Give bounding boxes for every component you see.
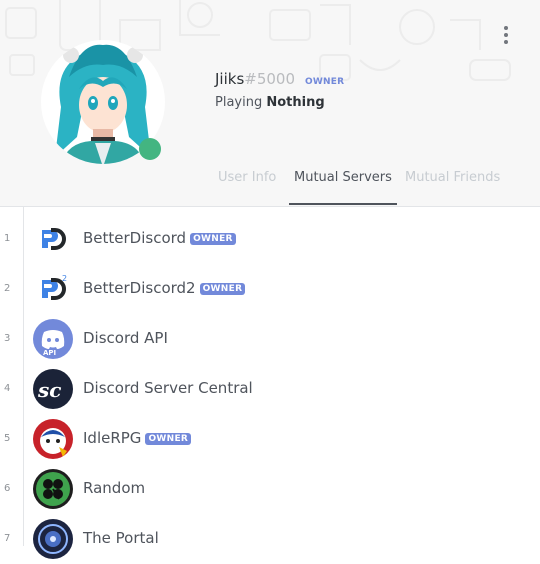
- row-number: 3: [4, 333, 11, 344]
- row-number: 7: [4, 533, 11, 544]
- clover-icon: [33, 469, 73, 509]
- list-item[interactable]: 5 IdleRPG OWNER: [0, 414, 540, 464]
- server-name: The Portal: [83, 529, 159, 547]
- profile-tabs: User Info Mutual Servers Mutual Friends: [0, 166, 540, 206]
- row-number: 2: [4, 283, 11, 294]
- idlerpg-icon: [33, 419, 73, 459]
- owner-tag: OWNER: [305, 77, 345, 87]
- list-item[interactable]: 4 sc Discord Server Central: [0, 364, 540, 414]
- tab-mutual-friends[interactable]: Mutual Friends: [405, 170, 500, 205]
- server-name: BetterDiscord OWNER: [83, 229, 236, 247]
- profile-header: Jiiks #5000 OWNER Playing Nothing User I…: [0, 0, 540, 207]
- owner-badge: OWNER: [199, 283, 246, 295]
- list-item[interactable]: 6 Random: [0, 464, 540, 514]
- username[interactable]: Jiiks: [215, 70, 244, 88]
- activity-name: Nothing: [266, 95, 325, 110]
- row-number: 6: [4, 483, 11, 494]
- server-name: Random: [83, 479, 146, 497]
- activity-status: Playing Nothing: [215, 95, 325, 110]
- list-item[interactable]: 3 API Discord API: [0, 314, 540, 364]
- mutual-servers-list: 1 BetterDiscord OWNER 2 2 BetterDiscord2 O…: [0, 207, 540, 559]
- betterdiscord2-icon: 2: [33, 269, 73, 309]
- avatar[interactable]: [41, 37, 165, 167]
- list-item[interactable]: 7 The Portal: [0, 514, 540, 564]
- owner-badge: OWNER: [190, 233, 236, 245]
- row-number: 1: [4, 233, 11, 244]
- discord-api-icon: API: [33, 319, 73, 359]
- online-status-indicator: [139, 138, 161, 160]
- tab-user-info[interactable]: User Info: [218, 170, 276, 205]
- row-number: 5: [4, 433, 11, 444]
- discriminator: #5000: [244, 70, 296, 88]
- svg-text:sc: sc: [37, 378, 61, 402]
- portal-icon: [33, 519, 73, 559]
- svg-text:2: 2: [62, 274, 67, 283]
- server-central-icon: sc: [33, 369, 73, 409]
- activity-prefix: Playing: [215, 95, 263, 110]
- list-item[interactable]: 1 BetterDiscord OWNER: [0, 214, 540, 264]
- owner-badge: OWNER: [145, 433, 192, 445]
- list-item[interactable]: 2 2 BetterDiscord2 OWNER: [0, 264, 540, 314]
- betterdiscord-icon: [33, 219, 73, 259]
- tab-mutual-servers[interactable]: Mutual Servers: [289, 170, 397, 205]
- server-name: IdleRPG OWNER: [83, 429, 192, 447]
- server-name: Discord API: [83, 329, 168, 347]
- server-name: Discord Server Central: [83, 379, 253, 397]
- username-line: Jiiks #5000 OWNER: [215, 70, 344, 92]
- row-number: 4: [4, 383, 11, 394]
- server-name: BetterDiscord2 OWNER: [83, 279, 246, 297]
- svg-text:API: API: [43, 349, 56, 357]
- more-options-icon[interactable]: [502, 26, 510, 44]
